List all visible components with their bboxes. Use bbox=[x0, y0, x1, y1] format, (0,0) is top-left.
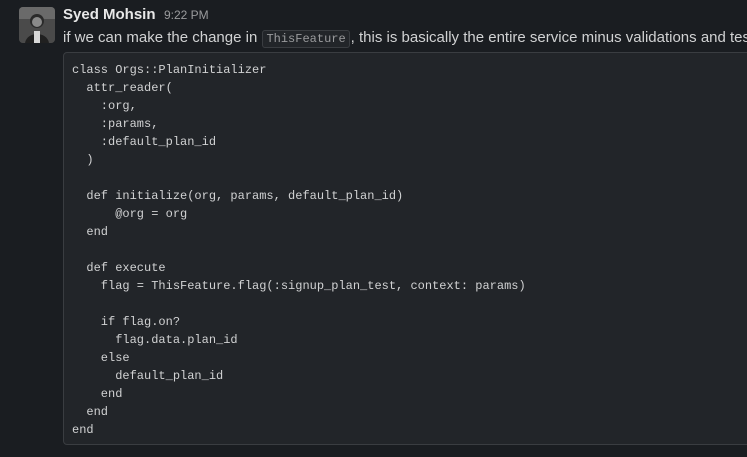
avatar[interactable] bbox=[19, 7, 55, 43]
message-text-before: if we can make the change in bbox=[63, 29, 262, 46]
message-text: if we can make the change in ThisFeature… bbox=[63, 28, 747, 49]
message-text-after: , this is basically the entire service m… bbox=[350, 29, 747, 46]
avatar-image bbox=[19, 7, 55, 43]
code-line: end bbox=[72, 423, 94, 437]
code-line: else bbox=[72, 351, 130, 365]
code-line: end bbox=[72, 405, 109, 419]
code-line: flag.data.plan_id bbox=[72, 333, 238, 347]
code-line: def initialize(org, params, default_plan… bbox=[72, 189, 404, 203]
code-line: :org, bbox=[72, 99, 137, 113]
code-block: class Orgs::PlanInitializer attr_reader(… bbox=[63, 52, 747, 445]
author-name[interactable]: Syed Mohsin bbox=[63, 6, 156, 23]
code-line: def execute bbox=[72, 261, 166, 275]
code-line: if flag.on? bbox=[72, 315, 181, 329]
code-line: ) bbox=[72, 153, 94, 167]
code-line: class Orgs::PlanInitializer bbox=[72, 63, 267, 77]
timestamp[interactable]: 9:22 PM bbox=[164, 8, 209, 22]
code-line: flag = ThisFeature.flag(:signup_plan_tes… bbox=[72, 279, 526, 293]
message-header: Syed Mohsin 9:22 PM bbox=[63, 6, 209, 26]
code-line: end bbox=[72, 225, 109, 239]
code-line: attr_reader( bbox=[72, 81, 173, 95]
code-line: @org = org bbox=[72, 207, 188, 221]
code-line: :default_plan_id bbox=[72, 135, 217, 149]
code-line: end bbox=[72, 387, 123, 401]
inline-code: ThisFeature bbox=[262, 30, 350, 48]
code-line: default_plan_id bbox=[72, 369, 224, 383]
message: Syed Mohsin 9:22 PM if we can make the c… bbox=[0, 0, 747, 457]
code-line: :params, bbox=[72, 117, 159, 131]
